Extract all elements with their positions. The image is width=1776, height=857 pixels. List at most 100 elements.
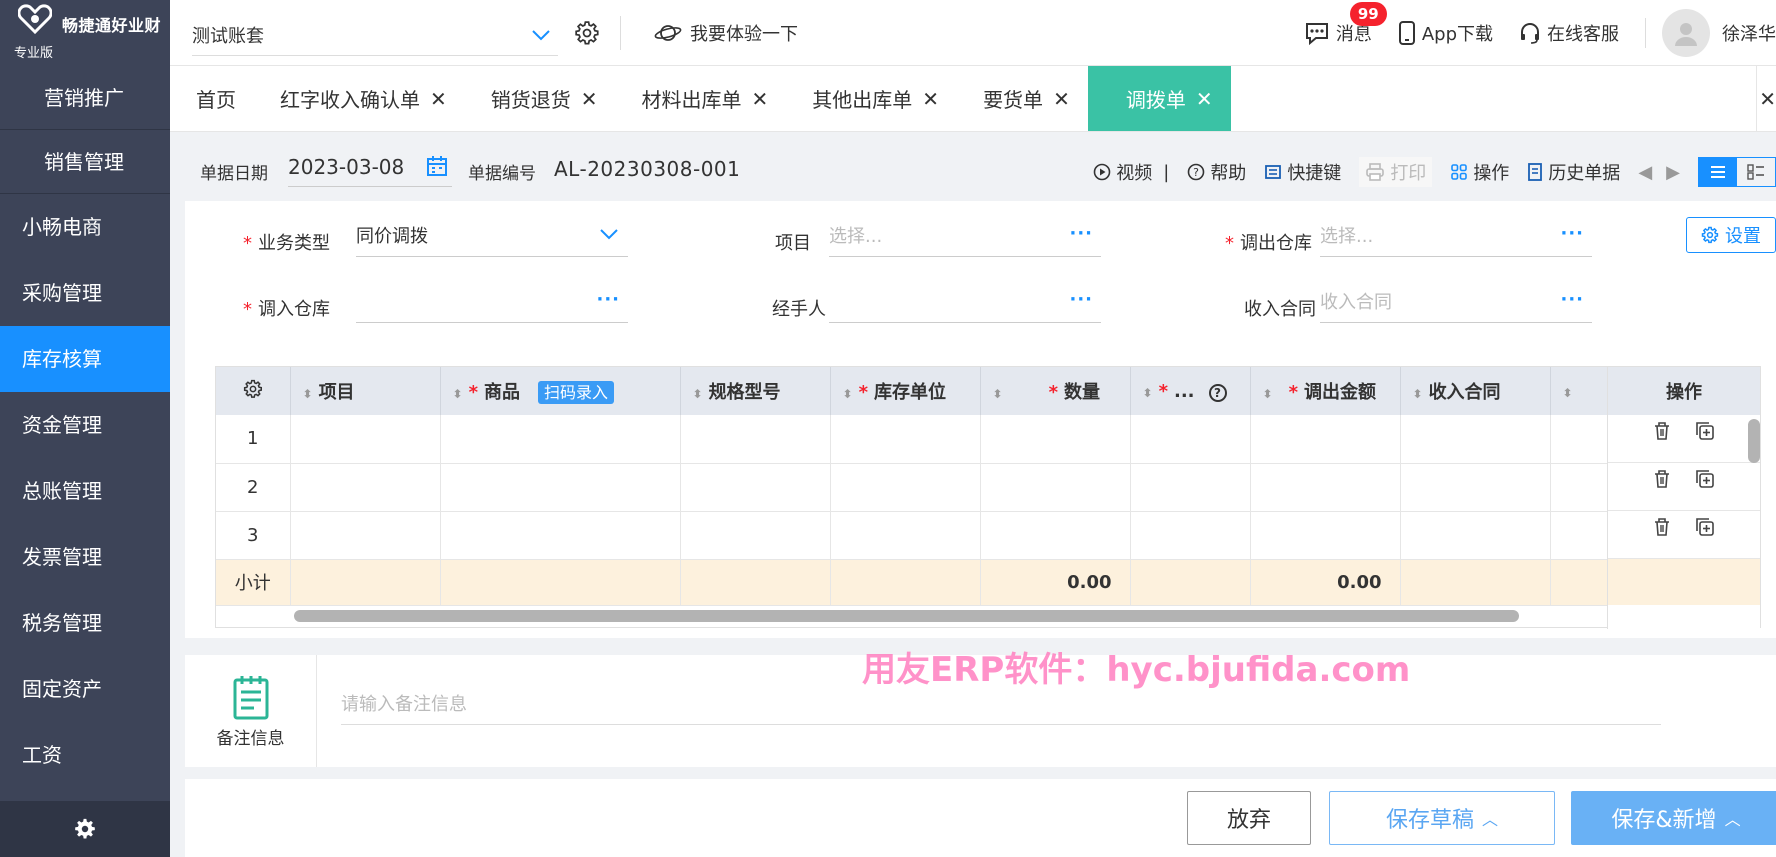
brand-logo[interactable]: 畅捷通好业财 专业版 bbox=[0, 0, 170, 66]
detail-view-button[interactable] bbox=[1737, 158, 1775, 186]
online-service-button[interactable]: 在线客服 bbox=[1519, 20, 1619, 46]
sidebar-item-ledger[interactable]: 总账管理 bbox=[0, 458, 170, 524]
more-icon[interactable]: ··· bbox=[1560, 289, 1584, 310]
account-select[interactable]: 测试账套 bbox=[192, 14, 558, 56]
abandon-button[interactable]: 放弃 bbox=[1187, 791, 1311, 845]
trash-icon[interactable] bbox=[1653, 517, 1671, 537]
tab-material-outbound[interactable]: 材料出库单 ✕ bbox=[616, 66, 787, 131]
help-button[interactable]: ? 帮助 bbox=[1187, 159, 1246, 185]
table-cell[interactable] bbox=[830, 415, 981, 464]
table-cell[interactable] bbox=[1550, 511, 1608, 560]
app-download-button[interactable]: App下载 bbox=[1398, 20, 1493, 46]
list-view-button[interactable] bbox=[1699, 158, 1737, 186]
tab-home[interactable]: 首页 bbox=[170, 66, 254, 131]
table-cell[interactable] bbox=[1250, 511, 1401, 560]
table-cell[interactable] bbox=[290, 415, 441, 464]
table-cell[interactable] bbox=[1130, 511, 1251, 560]
in-warehouse-input[interactable]: ··· bbox=[356, 279, 628, 323]
next-doc-button[interactable]: ▶ bbox=[1666, 162, 1680, 183]
table-cell[interactable] bbox=[1400, 415, 1551, 464]
copy-add-icon[interactable] bbox=[1695, 421, 1715, 441]
save-draft-button[interactable]: 保存草稿 ︿ bbox=[1329, 791, 1555, 845]
shortcut-button[interactable]: 快捷键 bbox=[1264, 159, 1341, 185]
project-input[interactable]: 选择... ··· bbox=[829, 213, 1101, 257]
tab-other-outbound[interactable]: 其他出库单 ✕ bbox=[786, 66, 957, 131]
copy-add-icon[interactable] bbox=[1695, 469, 1715, 489]
history-button[interactable]: 历史单据 bbox=[1527, 159, 1620, 185]
col-truncated[interactable]: ⬍ *...? bbox=[1130, 367, 1251, 415]
close-icon[interactable]: ✕ bbox=[1053, 87, 1070, 111]
biz-type-select[interactable]: 同价调拨 bbox=[356, 213, 628, 257]
tab-red-income-confirm[interactable]: 红字收入确认单 ✕ bbox=[254, 66, 465, 131]
save-and-new-button[interactable]: 保存&新增 ︿ bbox=[1571, 791, 1776, 845]
experience-link[interactable]: 我要体验一下 bbox=[654, 20, 798, 46]
tab-sales-return[interactable]: 销货退货 ✕ bbox=[465, 66, 616, 131]
sidebar-item-tax[interactable]: 税务管理 bbox=[0, 590, 170, 656]
col-amount[interactable]: ⬍ * 调出金额 bbox=[1250, 367, 1401, 415]
close-icon[interactable]: ✕ bbox=[1196, 87, 1213, 111]
doc-date-input[interactable]: 2023-03-08 bbox=[288, 147, 452, 187]
table-cell[interactable] bbox=[1130, 415, 1251, 464]
sidebar-item-purchase[interactable]: 采购管理 bbox=[0, 260, 170, 326]
scan-entry-button[interactable]: 扫码录入 bbox=[537, 381, 614, 404]
table-row[interactable]: 3 bbox=[216, 511, 1608, 560]
col-spec[interactable]: ⬍ 规格型号 bbox=[680, 367, 831, 415]
table-cell[interactable] bbox=[440, 511, 681, 560]
close-icon[interactable]: ✕ bbox=[430, 87, 447, 111]
table-cell[interactable] bbox=[1400, 511, 1551, 560]
close-all-tabs-button[interactable]: ✕ bbox=[1756, 66, 1776, 132]
table-cell[interactable] bbox=[830, 463, 981, 512]
trash-icon[interactable] bbox=[1653, 469, 1671, 489]
col-unit[interactable]: ⬍ * 库存单位 bbox=[830, 367, 981, 415]
table-cell[interactable] bbox=[830, 511, 981, 560]
vertical-scrollbar[interactable] bbox=[1748, 419, 1760, 463]
table-cell[interactable] bbox=[290, 463, 441, 512]
table-cell[interactable] bbox=[1550, 415, 1608, 464]
table-cell[interactable] bbox=[290, 511, 441, 560]
sidebar-item-fixed-assets[interactable]: 固定资产 bbox=[0, 656, 170, 722]
more-icon[interactable]: ··· bbox=[1069, 223, 1093, 244]
help-circle-icon[interactable]: ? bbox=[1208, 383, 1227, 402]
col-goods[interactable]: ⬍ * 商品 扫码录入 bbox=[440, 367, 681, 415]
sidebar-settings-button[interactable] bbox=[0, 801, 170, 857]
sidebar-item-funds[interactable]: 资金管理 bbox=[0, 392, 170, 458]
col-contract[interactable]: ⬍ 收入合同 bbox=[1400, 367, 1551, 415]
tab-transfer[interactable]: 调拨单 ✕ bbox=[1087, 66, 1231, 131]
table-cell[interactable] bbox=[1400, 463, 1551, 512]
avatar[interactable] bbox=[1662, 9, 1710, 57]
username[interactable]: 徐泽华 bbox=[1722, 20, 1776, 46]
table-cell[interactable] bbox=[1550, 463, 1608, 512]
submenu-item-marketing[interactable]: 营销推广 bbox=[0, 66, 170, 130]
table-cell[interactable] bbox=[1250, 415, 1401, 464]
sidebar-item-salary[interactable]: 工资 bbox=[0, 722, 170, 788]
handler-input[interactable]: ··· bbox=[829, 279, 1101, 323]
table-cell[interactable] bbox=[440, 415, 681, 464]
account-settings-button[interactable] bbox=[574, 20, 600, 51]
copy-add-icon[interactable] bbox=[1695, 517, 1715, 537]
table-cell[interactable] bbox=[680, 511, 831, 560]
table-row[interactable]: 2 bbox=[216, 463, 1608, 512]
table-cell[interactable] bbox=[980, 415, 1131, 464]
close-icon[interactable]: ✕ bbox=[752, 87, 769, 111]
more-icon[interactable]: ··· bbox=[1069, 289, 1093, 310]
more-icon[interactable]: ··· bbox=[1560, 223, 1584, 244]
out-warehouse-input[interactable]: 选择... ··· bbox=[1320, 213, 1592, 257]
video-button[interactable]: 视频 | bbox=[1093, 159, 1169, 185]
tab-requisition[interactable]: 要货单 ✕ bbox=[957, 66, 1088, 131]
table-cell[interactable] bbox=[680, 463, 831, 512]
more-icon[interactable]: ··· bbox=[596, 289, 620, 310]
col-qty[interactable]: ⬍ * 数量 bbox=[980, 367, 1131, 415]
prev-doc-button[interactable]: ◀ bbox=[1638, 162, 1652, 183]
table-cell[interactable] bbox=[1250, 463, 1401, 512]
table-cell[interactable] bbox=[980, 511, 1131, 560]
sidebar-item-ecommerce[interactable]: 小畅电商 bbox=[0, 194, 170, 260]
print-button[interactable]: 打印 bbox=[1359, 157, 1433, 187]
settings-button[interactable]: 设置 bbox=[1686, 217, 1776, 253]
table-cell[interactable] bbox=[980, 463, 1131, 512]
close-icon[interactable]: ✕ bbox=[581, 87, 598, 111]
table-cell[interactable] bbox=[440, 463, 681, 512]
col-extra[interactable]: ⬍ bbox=[1550, 367, 1608, 415]
table-cell[interactable] bbox=[1130, 463, 1251, 512]
submenu-item-sales[interactable]: 销售管理 bbox=[0, 130, 170, 194]
sidebar-item-inventory[interactable]: 库存核算 bbox=[0, 326, 170, 392]
